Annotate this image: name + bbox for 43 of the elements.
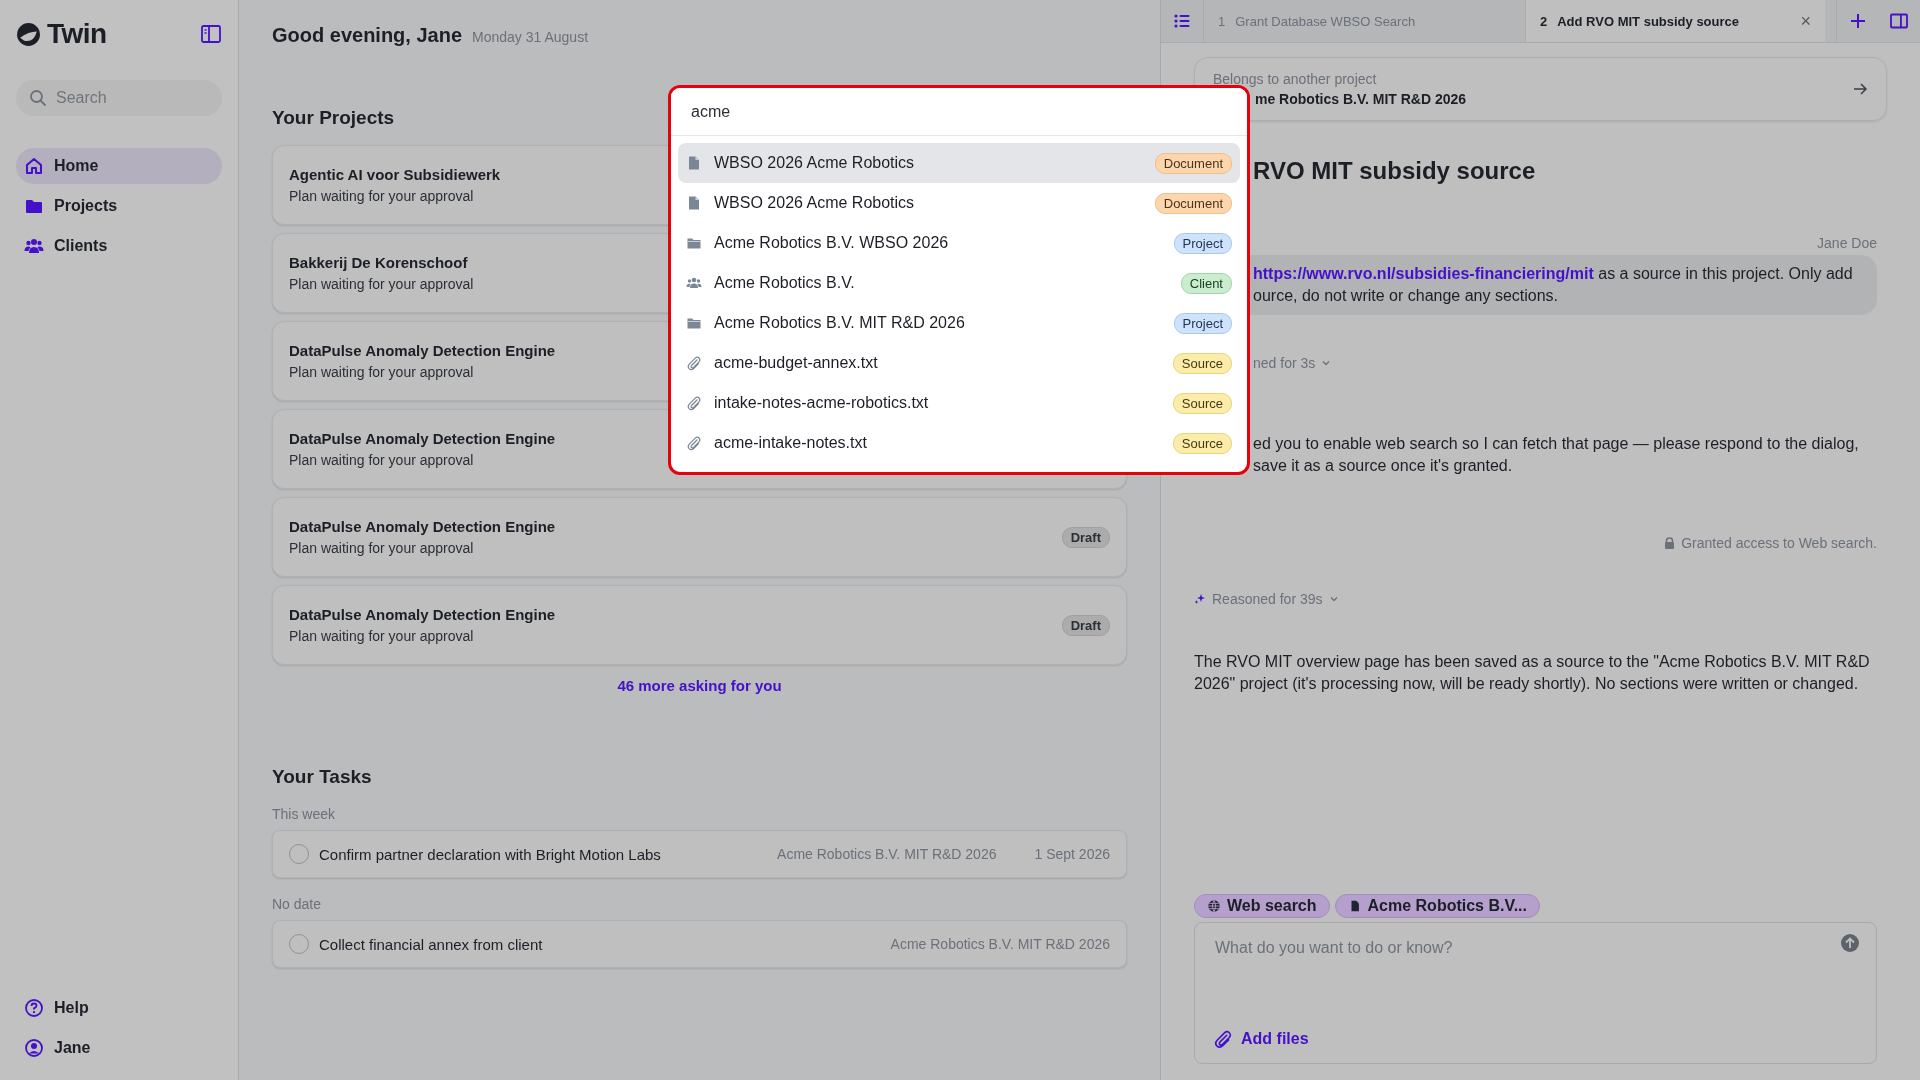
project-name: DataPulse Anomaly Detection Engine	[289, 430, 556, 447]
project-status: Plan waiting for your approval	[289, 628, 475, 644]
task-project: Acme Robotics B.V. MIT R&D 2026	[777, 846, 997, 862]
author-name: Jane Doe	[1817, 235, 1877, 251]
date-text: Monday 31 August	[472, 29, 589, 45]
reply-text: The RVO MIT overview page has been saved as a source to the "Acme Robotics B.V. MIT R&D 2026" project (it's processing now, will be ready shortly). No sections were written or changed.	[1194, 652, 1871, 694]
project-name: Agentic AI voor Subsidiewerk	[289, 166, 501, 183]
draft-badge: Draft	[1061, 614, 1110, 636]
project-status: Plan waiting for your approval	[289, 188, 475, 204]
section-title: Your Projects	[272, 107, 395, 129]
type-tag: Client	[1180, 272, 1232, 294]
project-name: DataPulse Anomaly Detection Engine	[289, 606, 556, 623]
card-label: Belongs to another project	[1213, 71, 1378, 87]
notice-text: Granted access to Web search.	[1681, 535, 1877, 551]
type-tag: Source	[1172, 352, 1232, 374]
project-name: Bakkerij De Korenschoof	[289, 254, 469, 271]
project-status: Plan waiting for your approval	[289, 276, 474, 292]
greeting: Good evening, Jane	[272, 24, 463, 47]
task-project: Acme Robotics B.V. MIT R&D 2026	[890, 936, 1110, 952]
group-label: No date	[272, 896, 323, 912]
reply-text: save it as a source once it's granted.	[1253, 456, 1514, 476]
project-status: Plan waiting for your approval	[289, 452, 475, 468]
task-due-date: 1 Sept 2026	[1034, 846, 1110, 862]
type-tag: Source	[1172, 432, 1232, 454]
project-status: Plan waiting for your approval	[289, 364, 475, 380]
type-tag: Document	[1154, 192, 1232, 214]
project-name: DataPulse Anomaly Detection Engine	[289, 342, 556, 359]
type-tag: Document	[1154, 152, 1232, 174]
project-name: DataPulse Anomaly Detection Engine	[289, 518, 556, 535]
task-title: Confirm partner declaration with Bright Motion Labs	[319, 845, 662, 863]
type-tag: Project	[1173, 232, 1232, 254]
logo-text: Twin	[47, 18, 107, 50]
section-title: Your Tasks	[272, 766, 372, 788]
message-text: ource, do not write or change any sections.	[1253, 286, 1560, 306]
draft-badge: Draft	[1061, 526, 1110, 548]
task-title: Collect financial annex from client	[319, 935, 544, 953]
project-name: me Robotics B.V. MIT R&D 2026	[1254, 91, 1467, 107]
message-text: as a source in this project. Only add	[1598, 265, 1853, 282]
reply-text: ed you to enable web search so I can fetch that page — please respond to the dialog,	[1253, 434, 1860, 454]
type-tag: Project	[1173, 312, 1232, 334]
project-status: Plan waiting for your approval	[289, 540, 475, 556]
type-tag: Source	[1172, 392, 1232, 414]
group-label: This week	[272, 806, 337, 822]
